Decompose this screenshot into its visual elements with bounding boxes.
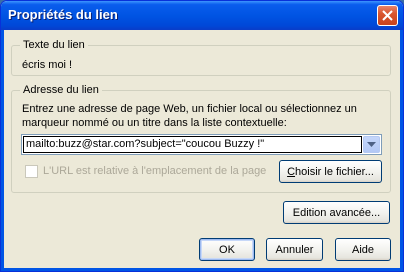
ok-button[interactable]: OK (199, 238, 255, 261)
link-text-value: écris moi ! (22, 59, 73, 71)
window-border-right (400, 30, 403, 271)
instructions-line-1: Entrez une adresse de page Web, un fichi… (22, 103, 357, 115)
title-bar[interactable]: Propriétés du lien (1, 1, 403, 30)
window-border-bottom (1, 268, 403, 271)
link-text-legend: Texte du lien (20, 38, 88, 52)
relative-url-checkbox[interactable] (25, 165, 38, 178)
help-button[interactable]: Aide (335, 238, 391, 261)
close-button[interactable] (377, 5, 398, 26)
link-address-legend: Adresse du lien (20, 83, 102, 97)
instructions-line-2: marqueur nommé ou un titre dans la liste… (22, 117, 287, 129)
link-properties-dialog: Propriétés du lien Texte du lien écris m… (0, 0, 404, 272)
advanced-edit-button[interactable]: Edition avancée... (283, 201, 390, 224)
help-label: Aide (351, 243, 375, 256)
cancel-label: Annuler (275, 243, 314, 256)
choose-file-label: Choisir le fichier... (287, 165, 374, 178)
close-icon (382, 10, 393, 21)
url-input[interactable]: mailto:buzz@star.com?subject="coucou Buz… (23, 136, 362, 153)
window-title: Propriétés du lien (8, 7, 118, 22)
url-dropdown-button[interactable] (363, 136, 380, 153)
ok-label: OK (219, 243, 235, 256)
advanced-edit-label: Edition avancée... (292, 206, 381, 219)
cancel-button[interactable]: Annuler (266, 238, 323, 261)
relative-url-label: L'URL est relative à l'emplacement de la… (43, 165, 267, 177)
window-border-left (1, 30, 4, 271)
chevron-down-icon (367, 141, 376, 147)
choose-file-button[interactable]: Choisir le fichier... (279, 160, 382, 183)
url-combobox[interactable]: mailto:buzz@star.com?subject="coucou Buz… (21, 134, 382, 155)
